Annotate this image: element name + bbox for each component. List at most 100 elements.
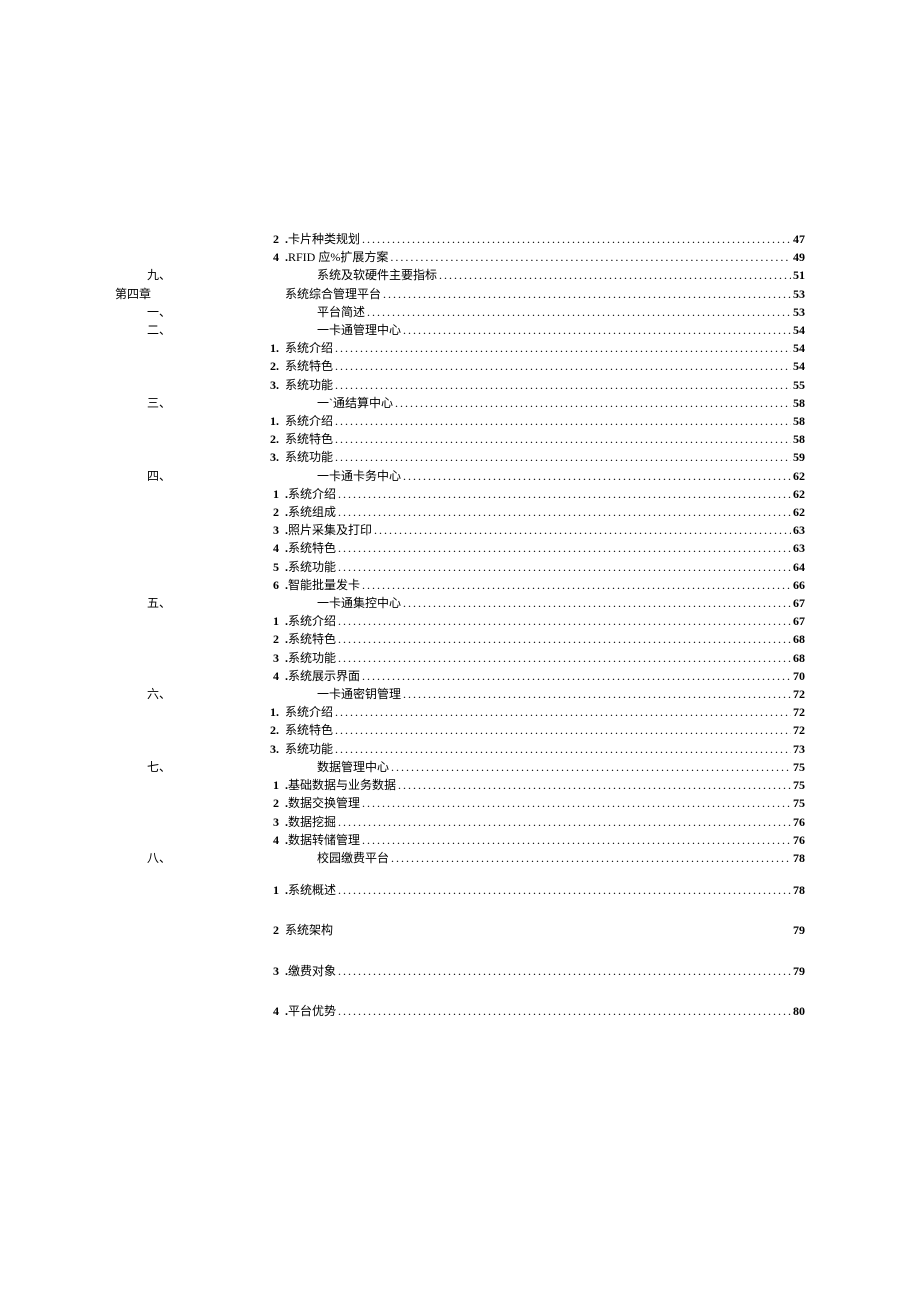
toc-entry-title-text: 系统功能 (285, 450, 333, 464)
toc-entry-title: .数据转储管理 (285, 831, 360, 849)
toc-entry: 七、数据管理中心75 (115, 758, 805, 776)
toc-entry-title: .系统展示界面 (285, 667, 360, 685)
toc-entry-title-text: 系统特色 (288, 632, 336, 646)
toc-leader (333, 412, 791, 430)
toc-entry-page: 75 (791, 776, 805, 794)
toc-entry: 1.基础数据与业务数据75 (115, 776, 805, 794)
toc-entry-title-text: 一卡通集控中心 (317, 596, 401, 610)
toc-entry-title: 一卡通管理中心 (317, 321, 401, 339)
toc-entry: 3.系统功能55 (115, 376, 805, 394)
toc-entry-title: 系统介绍 (285, 339, 333, 357)
toc-entry-page: 72 (791, 703, 805, 721)
toc-entry-page: 51 (791, 266, 805, 284)
toc-leader (333, 339, 791, 357)
toc-entry-page: 58 (791, 412, 805, 430)
toc-entry-title-text: 一卡通卡务中心 (317, 469, 401, 483)
toc-entry-title: .基础数据与业务数据 (285, 776, 396, 794)
toc-entry: 4.数据转储管理 76 (115, 831, 805, 849)
toc-entry-page: 68 (791, 649, 805, 667)
toc-entry-label: 3. (115, 740, 285, 758)
toc-entry-title-text: 一卡通密钥管理 (317, 687, 401, 701)
toc-entry-title-text: 系统特色 (285, 432, 333, 446)
toc-entry-title: .平台优势 (285, 1002, 336, 1020)
toc-leader (336, 558, 791, 576)
toc-entry: 二、一卡通管理中心54 (115, 321, 805, 339)
toc-entry-title: 系统介绍 (285, 703, 333, 721)
toc-leader (401, 321, 791, 339)
toc-entry-label: 2 (115, 794, 285, 812)
toc-entry-title: .RFID 应%扩展方案 (285, 248, 388, 266)
toc-leader (336, 813, 791, 831)
toc-entry-title-text: 数据交换管理 (288, 796, 360, 810)
toc-entry: 2系统架构79 (115, 921, 805, 939)
toc-entry-title-text: 数据管理中心 (317, 760, 389, 774)
toc-entry-label: 3 (115, 521, 285, 539)
toc-entry-page: 73 (791, 740, 805, 758)
toc-entry-title: .系统介绍 (285, 485, 336, 503)
toc-entry: 四、一卡通卡务中心62 (115, 467, 805, 485)
toc-entry-label: 3 (115, 962, 285, 980)
toc-entry-page: 76 (791, 813, 805, 831)
toc-entry-page: 70 (791, 667, 805, 685)
toc-entry-page: 63 (791, 539, 805, 557)
toc-entry-title-text: 系统介绍 (288, 487, 336, 501)
toc-entry: 1.系统介绍54 (115, 339, 805, 357)
toc-entry-label: 1 (115, 881, 285, 899)
toc-list: 2.卡片种类规划474.RFID 应%扩展方案49九、系统及软硬件主要指标51第… (115, 230, 805, 1020)
toc-entry: 1.系统概述78 (115, 881, 805, 899)
toc-entry: 3.数据挖掘76 (115, 813, 805, 831)
toc-entry-title-text: 系统介绍 (288, 614, 336, 628)
toc-entry-page: 75 (791, 758, 805, 776)
toc-entry-title-text: 基础数据与业务数据 (288, 778, 396, 792)
toc-entry-title: 系统功能 (285, 448, 333, 466)
toc-entry-title-text: 系统介绍 (285, 705, 333, 719)
toc-entry-page: 79 (791, 921, 805, 939)
toc-leader (333, 721, 791, 739)
toc-entry: 一、平台简述53 (115, 303, 805, 321)
toc-entry-page: 80 (791, 1002, 805, 1020)
toc-entry-page: 75 (791, 794, 805, 812)
toc-entry-label: 4 (115, 831, 285, 849)
toc-entry-title-text: RFID 应%扩展方案 (288, 250, 388, 264)
toc-entry-title: 一卡通密钥管理 (317, 685, 401, 703)
toc-entry-label: 2 (115, 921, 285, 939)
toc-leader (336, 539, 791, 557)
toc-entry-page: 72 (791, 721, 805, 739)
toc-entry-title: 系统及软硬件主要指标 (317, 266, 437, 284)
toc-entry-title: .缴费对象 (285, 962, 336, 980)
toc-entry-page: 62 (791, 503, 805, 521)
toc-entry-title-text: 系统特色 (285, 359, 333, 373)
toc-entry-label: 4 (115, 539, 285, 557)
toc-entry-title: .系统组成 (285, 503, 336, 521)
toc-leader (437, 266, 791, 284)
toc-entry: 八、校园缴费平台78 (115, 849, 805, 867)
toc-entry-page: 53 (791, 285, 805, 303)
toc-entry-page: 62 (791, 485, 805, 503)
toc-entry-label: 5 (115, 558, 285, 576)
toc-entry-title: 系统介绍 (285, 412, 333, 430)
toc-entry-label: 八、 (115, 849, 317, 867)
toc-entry: 2.卡片种类规划47 (115, 230, 805, 248)
toc-entry-title: 系统特色 (285, 357, 333, 375)
toc-entry-title: 系统特色 (285, 721, 333, 739)
toc-entry: 4.系统特色63 (115, 539, 805, 557)
toc-entry-title-text: 系统功能 (285, 378, 333, 392)
toc-entry: 五、一卡通集控中心67 (115, 594, 805, 612)
toc-leader (336, 630, 791, 648)
toc-entry-label: 1. (115, 339, 285, 357)
toc-entry-title: .卡片种类规划 (285, 230, 360, 248)
toc-entry-title-text: 系统综合管理平台 (285, 287, 381, 301)
toc-leader (333, 740, 791, 758)
toc-entry-title-text: 系统功能 (288, 560, 336, 574)
toc-page: 2.卡片种类规划474.RFID 应%扩展方案49九、系统及软硬件主要指标51第… (0, 0, 920, 1301)
toc-entry-title: .系统功能 (285, 558, 336, 576)
toc-entry-title-text: 系统介绍 (285, 341, 333, 355)
toc-entry-page: 49 (791, 248, 805, 266)
toc-entry-title: .照片采集及打印 (285, 521, 372, 539)
toc-entry-page: 76 (791, 831, 805, 849)
toc-entry-label: 1 (115, 612, 285, 630)
toc-entry-page: 66 (791, 576, 805, 594)
toc-entry-title-text: 系统特色 (288, 541, 336, 555)
toc-leader (333, 430, 791, 448)
toc-entry-title: .数据交换管理 (285, 794, 360, 812)
